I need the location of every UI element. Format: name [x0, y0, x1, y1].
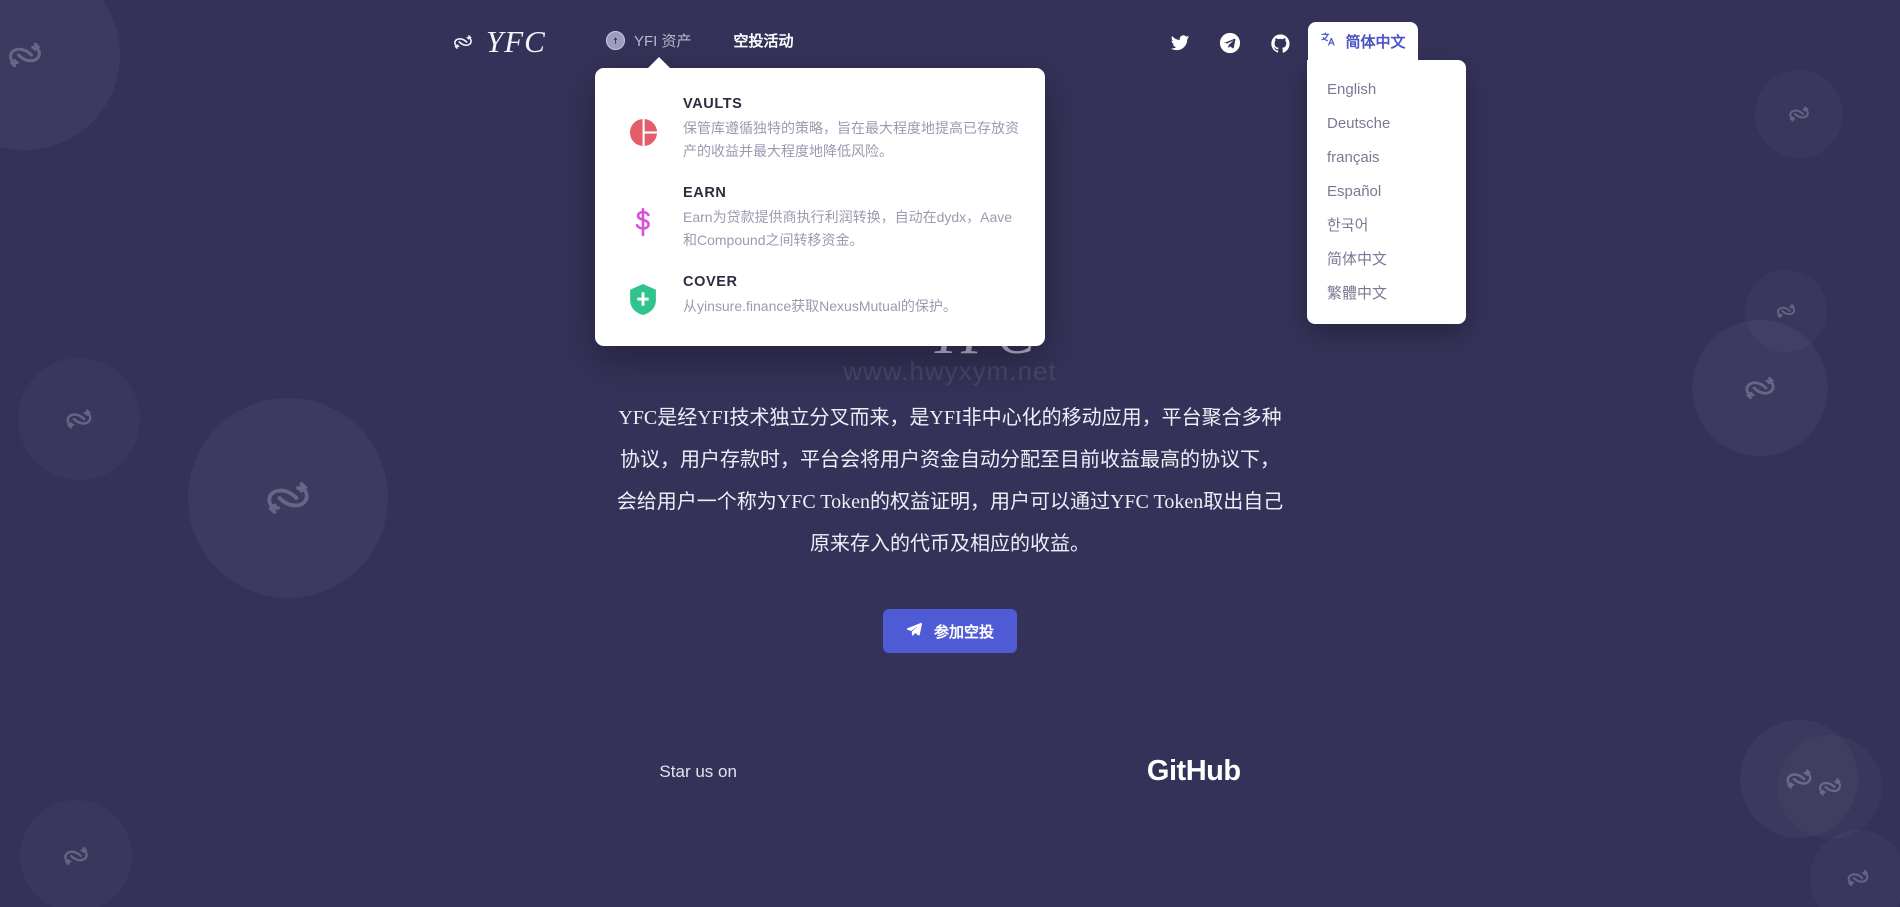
language-option-korean[interactable]: 한국어: [1307, 209, 1466, 243]
github-wordmark-icon[interactable]: GitHub: [1147, 755, 1241, 788]
site-footer: Star us on GitHub: [0, 755, 1900, 788]
dropdown-item-body: COVER 从yinsure.finance获取NexusMutual的保护。: [683, 274, 957, 318]
nav-item-label: 空投活动: [733, 33, 794, 50]
decorative-circle: [1810, 830, 1900, 907]
main-nav: YFI 资产 空投活动: [606, 30, 794, 51]
dropdown-item-description: 从yinsure.finance获取NexusMutual的保护。: [683, 298, 957, 314]
language-selector-button[interactable]: 简体中文: [1308, 22, 1418, 60]
shield-icon: [623, 274, 663, 318]
dropdown-item-cover[interactable]: COVER 从yinsure.finance获取NexusMutual的保护。: [623, 274, 1021, 318]
vaults-pie-icon: [623, 96, 663, 163]
social-links: [1170, 32, 1291, 59]
nav-item-label: YFI 资产: [634, 33, 692, 50]
dollar-sign-icon: [623, 185, 663, 252]
translate-icon: [1320, 31, 1336, 52]
language-option-francais[interactable]: français: [1307, 141, 1466, 175]
hero-section: YFC YFC是经YFI技术独立分叉而来，是YFI非中心化的移动应用，平台聚合多…: [0, 300, 1900, 653]
brand-name: YFC: [486, 24, 546, 59]
language-selector: 简体中文 English Deutsche français Español 한…: [1307, 22, 1466, 324]
dropdown-item-body: EARN Earn为贷款提供商执行利润转换，自动在dydx，Aave和Compo…: [683, 185, 1021, 252]
join-airdrop-label: 参加空投: [933, 623, 994, 641]
decorative-circle: [20, 800, 132, 907]
join-airdrop-button[interactable]: 参加空投: [883, 609, 1017, 653]
dropdown-item-earn[interactable]: EARN Earn为贷款提供商执行利润转换，自动在dydx，Aave和Compo…: [623, 185, 1021, 252]
language-option-deutsche[interactable]: Deutsche: [1307, 107, 1466, 141]
language-option-simplified-chinese[interactable]: 简体中文: [1307, 243, 1466, 277]
dropdown-item-body: VAULTS 保管库遵循独特的策略，旨在最大程度地提高已存放资产的收益并最大程度…: [683, 96, 1021, 163]
language-selected-label: 简体中文: [1345, 33, 1406, 51]
page-root: YFC YFI 资产 空投活动 简体中文 English Deutsche fr…: [0, 0, 1900, 907]
twitter-icon[interactable]: [1170, 33, 1190, 58]
language-option-traditional-chinese[interactable]: 繁體中文: [1307, 277, 1466, 311]
dropdown-item-description: Earn为贷款提供商执行利润转换，自动在dydx，Aave和Compound之间…: [683, 209, 1013, 248]
paper-plane-icon: [906, 621, 923, 642]
language-option-espanol[interactable]: Español: [1307, 175, 1466, 209]
dropdown-item-vaults[interactable]: VAULTS 保管库遵循独特的策略，旨在最大程度地提高已存放资产的收益并最大程度…: [623, 96, 1021, 163]
language-menu: English Deutsche français Español 한국어 简体…: [1307, 60, 1466, 324]
info-circle-icon: [606, 31, 625, 50]
nav-item-yfi-assets[interactable]: YFI 资产: [606, 30, 692, 51]
dropdown-item-title: VAULTS: [683, 96, 743, 112]
dropdown-item-title: EARN: [683, 185, 727, 201]
brand-logo[interactable]: YFC: [450, 24, 546, 60]
github-icon[interactable]: [1270, 33, 1291, 59]
language-option-english[interactable]: English: [1307, 73, 1466, 107]
products-dropdown: VAULTS 保管库遵循独特的策略，旨在最大程度地提高已存放资产的收益并最大程度…: [595, 57, 1045, 346]
telegram-icon[interactable]: [1219, 32, 1241, 59]
nav-item-airdrop[interactable]: 空投活动: [734, 30, 794, 51]
dropdown-item-title: COVER: [683, 274, 738, 290]
dropdown-item-description: 保管库遵循独特的策略，旨在最大程度地提高已存放资产的收益并最大程度地降低风险。: [683, 120, 1019, 159]
hero-paragraph: YFC是经YFI技术独立分叉而来，是YFI非中心化的移动应用，平台聚合多种协议，…: [616, 407, 1284, 555]
yfi-swap-icon: [450, 29, 476, 55]
star-us-text: Star us on: [659, 761, 737, 781]
